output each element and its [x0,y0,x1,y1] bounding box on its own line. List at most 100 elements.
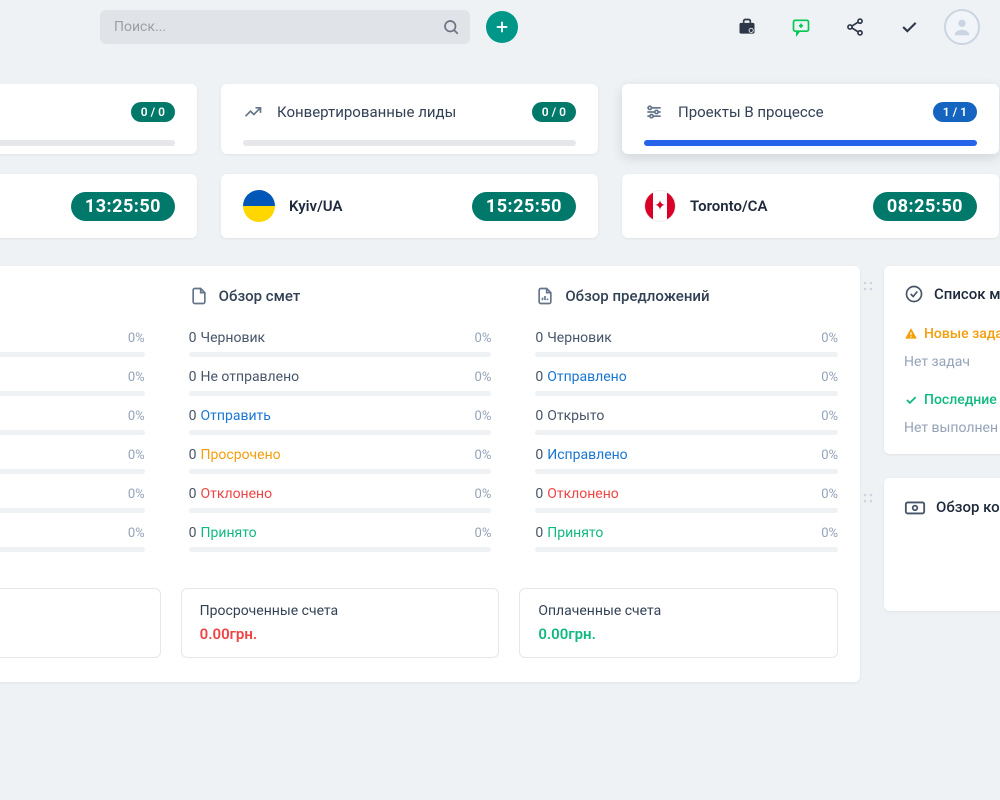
row-percent: 0% [475,409,492,424]
clock-card: 13:25:50 [0,174,197,238]
avatar[interactable] [944,9,980,45]
status-row[interactable]: 0Не отправлено 0% [189,369,492,396]
row-progress [189,469,492,474]
row-percent: 0% [821,370,838,385]
status-row[interactable]: 0% [0,330,145,357]
status-row[interactable]: 0% [0,408,145,435]
row-percent: 0% [475,370,492,385]
stat-card[interactable]: Конвертированные лиды 0 / 0 [221,84,598,154]
status-row[interactable]: 0Черновик 0% [189,330,492,357]
search-input[interactable] [100,10,470,44]
overview-column: 0% 0% 0% 0% 0% [0,286,167,564]
share-icon[interactable] [836,8,874,46]
row-count: 0 [535,408,543,424]
total-box[interactable] [0,588,161,658]
row-percent: 0% [128,526,145,541]
conversion-title: Обзор кон [936,498,1000,516]
new-tasks-empty: Нет задач [904,354,1000,370]
total-title: Просроченные счета [200,603,481,619]
status-row[interactable]: 0% [0,369,145,396]
stat-card[interactable]: и оплаты 0 / 0 [0,84,197,154]
row-progress [189,391,492,396]
chat-icon[interactable] [782,8,820,46]
status-row[interactable]: 0Отклонено 0% [189,486,492,513]
row-count: 0 [535,447,543,463]
stats-row: и оплаты 0 / 0 Конвертированные лиды 0 /… [0,54,1000,154]
status-row[interactable]: 0% [0,486,145,513]
row-label: Принято [201,525,257,541]
stat-badge: 0 / 0 [131,102,175,122]
new-tasks-label: Новые зада [924,326,1000,342]
clock-time: 13:25:50 [71,192,175,221]
drag-handle-icon[interactable] [862,280,874,292]
drag-handle-icon[interactable] [862,492,874,504]
row-count: 0 [535,369,543,385]
row-label: Отправить [201,408,271,424]
check-icon[interactable] [890,8,928,46]
row-percent: 0% [128,409,145,424]
row-progress [0,352,145,357]
clock-time: 08:25:50 [873,192,977,221]
row-progress [0,508,145,513]
row-percent: 0% [821,448,838,463]
clock-card: Kyiv/UA 15:25:50 [221,174,598,238]
status-row[interactable]: 0Открыто 0% [535,408,838,435]
row-progress [189,508,492,513]
status-row[interactable]: 0Черновик 0% [535,330,838,357]
side-column: Список мо Новые зада Нет задач Последние… [884,266,1000,611]
status-row[interactable]: 0Отправлено 0% [535,369,838,396]
done-tasks-empty: Нет выполнен [904,420,1000,436]
total-box[interactable]: Оплаченные счета 0.00грн. [519,588,838,658]
row-percent: 0% [475,448,492,463]
overview-column: Обзор предложений 0Черновик 0% 0Отправле… [513,286,860,564]
status-row[interactable]: 0Отправить 0% [189,408,492,435]
row-label: Отклонено [547,486,619,502]
check-circle-icon [904,284,924,304]
search-wrap [100,10,470,44]
conversion-card: Обзор кон Клиен [884,478,1000,611]
row-label: Не отправлено [201,369,300,385]
row-label: Открыто [547,408,604,424]
status-row[interactable]: 0Исправлено 0% [535,447,838,474]
status-row[interactable]: 0Просрочено 0% [189,447,492,474]
stat-card[interactable]: Проекты В процессе 1 / 1 [622,84,999,154]
search-icon[interactable] [442,18,460,36]
clock-row: 13:25:50 Kyiv/UA 15:25:50✦ Toronto/CA 08… [0,154,1000,238]
row-progress [0,391,145,396]
row-percent: 0% [128,448,145,463]
status-row[interactable]: 0Отклонено 0% [535,486,838,513]
row-count: 0 [189,330,197,346]
stat-badge: 1 / 1 [933,102,977,122]
stat-badge: 0 / 0 [532,102,576,122]
row-count: 0 [189,447,197,463]
column-title: Обзор смет [219,287,301,305]
row-count: 0 [535,525,543,541]
row-progress [535,547,838,552]
briefcase-icon[interactable] [728,8,766,46]
status-row[interactable]: 0% [0,525,145,552]
row-percent: 0% [475,526,492,541]
row-progress [189,352,492,357]
flag-ca-icon: ✦ [644,190,676,222]
row-progress [535,508,838,513]
row-label: Черновик [201,330,266,346]
status-row[interactable]: 0% [0,447,145,474]
done-tasks-heading: Последние [904,392,1000,408]
stat-title: Проекты В процессе [678,103,919,121]
stat-progress [0,140,175,146]
row-percent: 0% [128,370,145,385]
row-count: 0 [189,408,197,424]
column-title: Обзор предложений [565,287,709,305]
status-row[interactable]: 0Принято 0% [189,525,492,552]
stat-progress [644,140,977,146]
status-row[interactable]: 0Принято 0% [535,525,838,552]
tasks-card: Список мо Новые зада Нет задач Последние… [884,266,1000,454]
row-label: Просрочено [201,447,281,463]
add-button[interactable] [486,11,518,43]
total-box[interactable]: Просроченные счета 0.00грн. [181,588,500,658]
stat-title: Конвертированные лиды [277,103,518,121]
row-label: Отклонено [201,486,273,502]
row-percent: 0% [128,331,145,346]
tasks-title: Список мо [934,285,1000,303]
row-progress [535,469,838,474]
